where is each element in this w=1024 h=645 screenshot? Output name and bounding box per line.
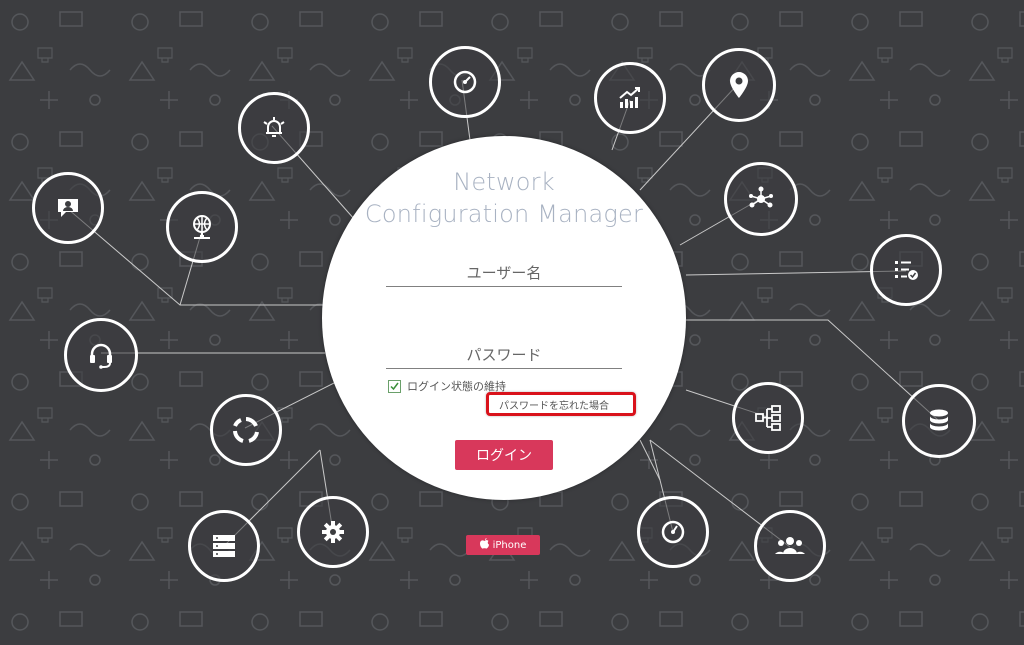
iphone-label: iPhone: [492, 539, 527, 551]
node-gauge[interactable]: [637, 496, 709, 568]
node-gear[interactable]: [297, 496, 369, 568]
workflow-icon: [755, 405, 781, 431]
headset-icon: [90, 343, 112, 369]
node-checklist[interactable]: [870, 234, 942, 306]
username-input[interactable]: [386, 260, 622, 287]
refresh-cycle-icon: [233, 417, 259, 443]
iphone-app-button[interactable]: iPhone: [466, 535, 540, 555]
node-globe-network[interactable]: [166, 191, 238, 263]
node-chat-support[interactable]: [32, 172, 104, 244]
app-title-line2: Configuration Manager: [364, 200, 644, 228]
bell-icon: [263, 117, 285, 137]
server-icon: [213, 535, 235, 557]
speedometer-icon: [453, 70, 477, 94]
node-trend-chart[interactable]: [594, 62, 666, 134]
forgot-password-link[interactable]: パスワードを忘れた場合: [486, 392, 636, 416]
node-server[interactable]: [188, 510, 260, 582]
node-workflow[interactable]: [732, 382, 804, 454]
node-location[interactable]: [702, 48, 776, 122]
users-group-icon: [775, 537, 805, 554]
forgot-password-text: パスワードを忘れた場合: [499, 400, 609, 412]
gear-icon: [322, 521, 344, 543]
app-title-line1: Network: [453, 168, 555, 196]
password-input[interactable]: [386, 342, 622, 369]
node-refresh-cycle[interactable]: [210, 394, 282, 466]
checkbox-checked-icon[interactable]: [388, 379, 401, 393]
network-share-icon: [749, 186, 773, 208]
node-headset[interactable]: [64, 318, 138, 392]
login-button[interactable]: ログイン: [455, 440, 553, 470]
login-panel: Network Configuration Manager ログイン状態の維持 …: [322, 136, 686, 500]
node-database[interactable]: [902, 384, 976, 458]
node-speedometer[interactable]: [429, 46, 501, 118]
node-users-group[interactable]: [754, 510, 826, 582]
location-pin-icon: [730, 72, 748, 98]
globe-network-icon: [193, 215, 211, 239]
gauge-icon: [661, 520, 685, 544]
trend-chart-icon: [619, 87, 640, 108]
database-icon: [930, 409, 948, 431]
chat-support-icon: [58, 199, 78, 217]
node-bell[interactable]: [238, 92, 310, 164]
node-network-share[interactable]: [724, 162, 798, 236]
checklist-icon: [895, 261, 918, 280]
apple-icon: [479, 538, 489, 552]
